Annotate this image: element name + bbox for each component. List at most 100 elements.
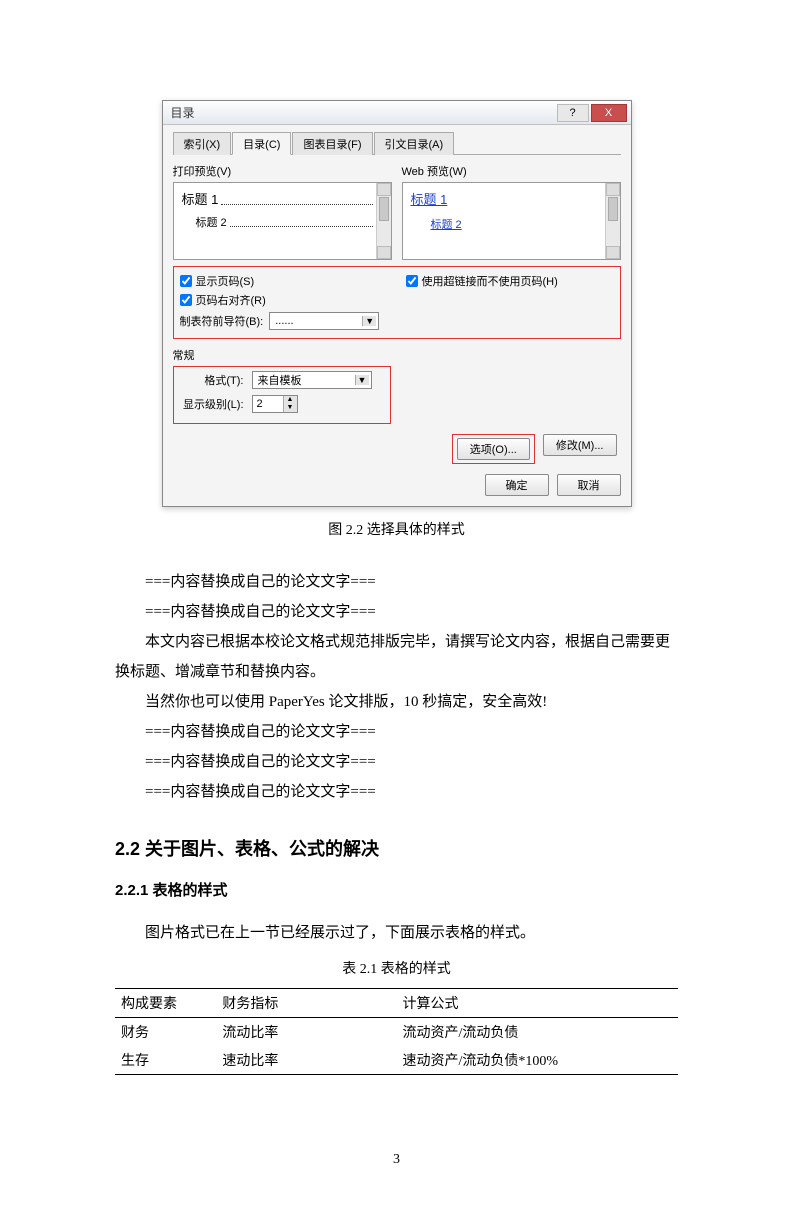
tab-leader-value: ...... [275, 315, 293, 327]
general-highlight: 格式(T): 来自模板 ▼ 显示级别(L): 2 ▲ ▼ [173, 366, 391, 424]
table-row: 财务 流动比率 流动资产/流动负债 [115, 1018, 678, 1047]
cancel-button[interactable]: 取消 [557, 474, 621, 496]
window-controls: ? X [555, 104, 627, 122]
modify-button[interactable]: 修改(M)... [543, 434, 617, 456]
format-label: 格式(T): [180, 372, 244, 388]
tab-leader-label: 制表符前导符(B): [180, 313, 264, 329]
scrollbar[interactable] [376, 183, 391, 259]
help-button[interactable]: ? [557, 104, 589, 122]
replace-line-1: ===内容替换成自己的论文文字=== [115, 567, 678, 597]
td: 流动比率 [216, 1018, 396, 1047]
preview-row: 打印预览(V) 标题 1 1 标题 2 3 [173, 155, 621, 260]
figure-dialog: 目录 ? X 索引(X) 目录(C) 图表目录(F) 引文目录(A) 打印预览(… [115, 100, 678, 507]
ok-button[interactable]: 确定 [485, 474, 549, 496]
scroll-down-icon[interactable] [606, 246, 620, 259]
page-number: 3 [0, 1152, 793, 1168]
right-align-label: 页码右对齐(R) [196, 292, 266, 308]
th-formula: 计算公式 [396, 989, 678, 1018]
body-paragraph-1: 本文内容已根据本校论文格式规范排版完毕，请撰写论文内容，根据自己需要更换标题、增… [115, 627, 678, 687]
dialog-body: 索引(X) 目录(C) 图表目录(F) 引文目录(A) 打印预览(V) 标题 1… [163, 125, 631, 506]
show-pagenum-label: 显示页码(S) [196, 273, 255, 289]
hyperlink-checkbox[interactable]: 使用超链接而不使用页码(H) [406, 273, 614, 289]
scroll-up-icon[interactable] [606, 183, 620, 196]
figure-caption: 图 2.2 选择具体的样式 [115, 519, 678, 539]
format-combo[interactable]: 来自模板 ▼ [252, 371, 372, 389]
scroll-thumb[interactable] [608, 197, 618, 221]
subsection-heading: 2.2.1 表格的样式 [115, 879, 678, 900]
left-options: 显示页码(S) 页码右对齐(R) 制表符前导符(B): ...... ▼ [180, 273, 388, 330]
leader-dots [230, 226, 374, 227]
spin-down-icon[interactable]: ▼ [283, 404, 297, 412]
dialog-title: 目录 [171, 104, 195, 121]
options-button-highlight: 选项(O)... [452, 434, 535, 464]
td: 速动比率 [216, 1046, 396, 1075]
options-button[interactable]: 选项(O)... [457, 438, 530, 460]
spin-up-icon[interactable]: ▲ [283, 396, 297, 404]
levels-label: 显示级别(L): [180, 396, 244, 412]
scroll-up-icon[interactable] [377, 183, 391, 196]
toc-entry-2-label: 标题 2 [196, 214, 227, 230]
right-align-input[interactable] [180, 294, 192, 306]
options-highlight: 显示页码(S) 页码右对齐(R) 制表符前导符(B): ...... ▼ [173, 266, 621, 339]
tab-leader-field: 制表符前导符(B): ...... ▼ [180, 312, 388, 330]
leader-dots [221, 204, 373, 205]
replace-line-4: ===内容替换成自己的论文文字=== [115, 747, 678, 777]
toc-dialog: 目录 ? X 索引(X) 目录(C) 图表目录(F) 引文目录(A) 打印预览(… [162, 100, 632, 507]
web-link-2[interactable]: 标题 2 [411, 216, 612, 232]
table-intro: 图片格式已在上一节已经展示过了，下面展示表格的样式。 [115, 918, 678, 948]
th-indicator: 财务指标 [216, 989, 396, 1018]
right-options: 使用超链接而不使用页码(H) [398, 273, 614, 330]
body-paragraph-2: 当然你也可以使用 PaperYes 论文排版，10 秒搞定，安全高效! [115, 687, 678, 717]
table-row: 生存 速动比率 速动资产/流动负债*100% [115, 1046, 678, 1075]
table-caption: 表 2.1 表格的样式 [115, 958, 678, 978]
scroll-thumb[interactable] [379, 197, 389, 221]
general-section-label: 常规 [173, 347, 621, 363]
scroll-down-icon[interactable] [377, 246, 391, 259]
replace-line-3: ===内容替换成自己的论文文字=== [115, 717, 678, 747]
td: 流动资产/流动负债 [396, 1018, 678, 1047]
tab-leader-combo[interactable]: ...... ▼ [269, 312, 379, 330]
dialog-titlebar: 目录 ? X [163, 101, 631, 125]
right-align-checkbox[interactable]: 页码右对齐(R) [180, 292, 388, 308]
print-preview-col: 打印预览(V) 标题 1 1 标题 2 3 [173, 163, 392, 260]
web-link-1[interactable]: 标题 1 [411, 192, 448, 207]
show-pagenum-input[interactable] [180, 275, 192, 287]
web-preview-box: 标题 1 标题 2 [402, 182, 621, 260]
levels-spinner[interactable]: 2 ▲ ▼ [252, 395, 298, 413]
format-row: 格式(T): 来自模板 ▼ [180, 371, 384, 389]
hyperlink-input[interactable] [406, 275, 418, 287]
middle-button-row: 选项(O)... 修改(M)... [173, 434, 621, 464]
show-pagenum-checkbox[interactable]: 显示页码(S) [180, 273, 388, 289]
replace-line-2: ===内容替换成自己的论文文字=== [115, 597, 678, 627]
td: 生存 [115, 1046, 216, 1075]
td: 财务 [115, 1018, 216, 1047]
toc-entry-1-label: 标题 1 [182, 189, 219, 208]
web-preview-col: Web 预览(W) 标题 1 标题 2 [402, 163, 621, 260]
table-header-row: 构成要素 财务指标 计算公式 [115, 989, 678, 1018]
chevron-down-icon: ▼ [362, 316, 376, 326]
close-button[interactable]: X [591, 104, 627, 122]
tab-strip: 索引(X) 目录(C) 图表目录(F) 引文目录(A) [173, 131, 621, 155]
toc-entry-2: 标题 2 3 [182, 214, 383, 230]
data-table: 构成要素 财务指标 计算公式 财务 流动比率 流动资产/流动负债 生存 速动比率… [115, 988, 678, 1075]
replace-line-5: ===内容替换成自己的论文文字=== [115, 777, 678, 807]
section-heading: 2.2 关于图片、表格、公式的解决 [115, 835, 678, 861]
levels-row: 显示级别(L): 2 ▲ ▼ [180, 395, 384, 413]
tab-citations[interactable]: 引文目录(A) [374, 132, 455, 155]
scrollbar[interactable] [605, 183, 620, 259]
toc-entry-1: 标题 1 1 [182, 189, 383, 208]
levels-value: 2 [253, 398, 283, 410]
print-preview-box: 标题 1 1 标题 2 3 [173, 182, 392, 260]
web-preview-label: Web 预览(W) [402, 163, 621, 179]
format-value: 来自模板 [258, 372, 302, 388]
chevron-down-icon: ▼ [355, 375, 369, 385]
tab-figures[interactable]: 图表目录(F) [292, 132, 372, 155]
tab-toc[interactable]: 目录(C) [232, 132, 291, 155]
print-preview-label: 打印预览(V) [173, 163, 392, 179]
tab-index[interactable]: 索引(X) [173, 132, 232, 155]
hyperlink-label: 使用超链接而不使用页码(H) [422, 273, 558, 289]
th-component: 构成要素 [115, 989, 216, 1018]
spinner-controls[interactable]: ▲ ▼ [283, 396, 297, 412]
dialog-button-row: 确定 取消 [173, 474, 621, 496]
td: 速动资产/流动负债*100% [396, 1046, 678, 1075]
